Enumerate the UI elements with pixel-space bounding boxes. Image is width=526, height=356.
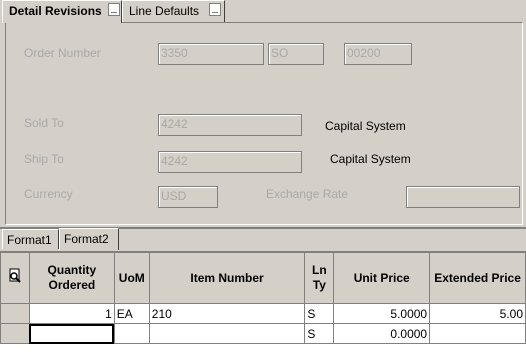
column-header-search[interactable] — [0, 252, 30, 304]
tab-detail-revisions-label: Detail Revisions — [9, 4, 102, 18]
tab-format1-label: Format1 — [7, 233, 52, 247]
tab-detail-revisions[interactable]: Detail Revisions — [2, 0, 122, 23]
cell-quantity[interactable]: 1 — [28, 303, 115, 324]
sold-to-name: Capital System — [325, 119, 406, 133]
table-row: S 0.0000 — [0, 323, 526, 344]
order-lines-grid: Quantity Ordered UoM Item Number Ln Ty U… — [0, 251, 526, 356]
tab-line-defaults[interactable]: Line Defaults — [122, 0, 225, 22]
order-number-field[interactable]: 3350 — [158, 43, 264, 65]
ship-to-field[interactable]: 4242 — [158, 151, 302, 173]
cell-item-number[interactable]: 210 — [148, 303, 306, 324]
cell-uom[interactable] — [113, 323, 150, 344]
column-header-item-number[interactable]: Item Number — [148, 252, 306, 304]
magnifier-icon — [9, 268, 21, 283]
cell-line-type[interactable]: S — [304, 303, 335, 324]
column-header-extended-price[interactable]: Extended Price — [429, 252, 526, 304]
sold-to-label: Sold To — [24, 116, 64, 130]
tab-format1[interactable]: Format1 — [2, 229, 59, 249]
column-header-unit-price[interactable]: Unit Price — [333, 252, 431, 304]
table-row: 1 EA 210 S 5.0000 5.00 — [0, 303, 526, 324]
top-tab-strip: Detail Revisions Line Defaults — [0, 0, 526, 23]
exchange-rate-label: Exchange Rate — [266, 187, 349, 201]
column-header-quantity[interactable]: Quantity Ordered — [28, 252, 115, 304]
order-type-field[interactable]: SO — [268, 43, 324, 65]
ship-to-name: Capital System — [330, 152, 411, 166]
tab-line-defaults-label: Line Defaults — [129, 4, 200, 18]
tab-format2[interactable]: Format2 — [59, 228, 119, 250]
sold-to-field[interactable]: 4242 — [158, 114, 302, 136]
cell-extended-price[interactable] — [429, 323, 526, 344]
row-selector[interactable] — [0, 323, 30, 344]
order-company-field[interactable]: 00200 — [344, 43, 412, 65]
cell-extended-price[interactable]: 5.00 — [429, 303, 526, 324]
cell-unit-price[interactable]: 5.0000 — [333, 303, 431, 324]
column-header-uom[interactable]: UoM — [113, 252, 150, 304]
grid-header-row: Quantity Ordered UoM Item Number Ln Ty U… — [0, 252, 526, 304]
cell-quantity[interactable] — [28, 323, 115, 344]
cell-unit-price[interactable]: 0.0000 — [333, 323, 431, 344]
order-lines-table: Quantity Ordered UoM Item Number Ln Ty U… — [0, 252, 526, 344]
tab-minimize-icon[interactable] — [108, 3, 120, 16]
currency-label: Currency — [24, 187, 73, 201]
column-header-line-type[interactable]: Ln Ty — [304, 252, 335, 304]
tab-minimize-icon[interactable] — [209, 3, 221, 16]
currency-field[interactable]: USD — [158, 186, 218, 208]
cell-uom[interactable]: EA — [113, 303, 150, 324]
row-selector[interactable] — [0, 303, 30, 324]
ship-to-label: Ship To — [24, 152, 64, 166]
exchange-rate-field[interactable] — [406, 186, 520, 208]
cell-item-number[interactable] — [148, 323, 306, 344]
order-number-label: Order Number — [24, 46, 101, 60]
tab-format2-label: Format2 — [64, 232, 109, 246]
cell-line-type[interactable]: S — [304, 323, 335, 344]
